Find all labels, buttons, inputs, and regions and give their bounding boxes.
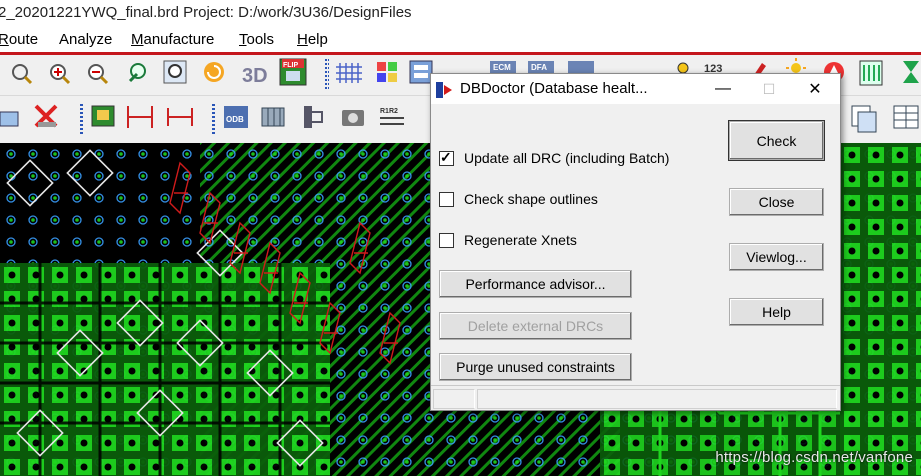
dialog-close-icon-button[interactable]: ✕ [792,74,838,104]
dialog-title: DBDoctor (Database healt... [460,80,648,97]
performance-advisor-button[interactable]: Performance advisor... [439,270,632,298]
checkbox-box[interactable]: ✓ [439,148,454,166]
sheet-icon[interactable] [304,106,323,128]
zoom-out-icon[interactable] [88,64,109,85]
svg-text:DFA: DFA [531,63,547,72]
check-shape-outlines-label: Check shape outlines [464,191,598,207]
update-drc-checkbox[interactable]: ✓ Update all DRC (including Batch) [439,149,669,167]
measure-icon[interactable] [167,108,193,126]
layer-icon[interactable] [409,60,433,84]
copy-icon[interactable] [851,105,877,133]
zoom-fit-icon[interactable] [163,60,187,84]
check-shape-outlines-checkbox[interactable]: Check shape outlines [439,190,598,208]
bar-icon[interactable] [859,60,883,86]
help-button[interactable]: Help [729,298,824,326]
dialog-minimize-button[interactable]: — [700,74,746,104]
menu-help[interactable]: Help [297,28,328,52]
delete-external-drcs-button: Delete external DRCs [439,312,632,340]
purge-unused-constraints-button[interactable]: Purge unused constraints [439,353,632,381]
zoom-icon[interactable] [12,64,33,85]
main-window-title: 2_20201221YWQ_final.brd Project: D:/work… [0,4,412,21]
svg-text:3D: 3D [242,65,268,87]
grid-icon[interactable] [336,63,362,83]
check-mark-icon: ✓ [440,148,452,165]
status-cell-2 [477,389,837,409]
ecm-icon[interactable]: ECM [490,61,516,73]
checkbox-box[interactable] [439,232,454,248]
dbdoctor-dialog: DBDoctor (Database healt... — ☐ ✕ ✓ Upda… [430,73,841,411]
dfa-icon[interactable]: DFA [528,61,554,73]
odb-icon[interactable]: ODB [224,106,248,128]
menu-bar: Route Analyze Manufacture Tools Help [0,28,921,52]
check-button[interactable]: Check [729,121,824,160]
update-drc-label: Update all DRC (including Batch) [464,150,670,166]
hourglass-icon[interactable] [903,61,919,83]
table-icon[interactable] [893,105,919,129]
dfm-icon[interactable] [568,61,594,73]
rename-icon[interactable]: R1R2 [380,108,404,125]
menu-manufacture[interactable]: Manufacture [131,28,214,52]
select-icon[interactable] [0,111,19,127]
flip-icon[interactable]: FLIP [279,58,307,86]
menu-tools[interactable]: Tools [239,28,274,52]
dimension-icon[interactable] [127,106,153,128]
dbdoctor-app-icon [435,81,453,99]
zoom-previous-icon[interactable] [128,63,146,83]
checkbox-box[interactable] [439,191,454,207]
redraw-icon[interactable] [204,62,224,82]
status-cell-1 [433,389,475,409]
close-button[interactable]: Close [729,188,824,216]
dialog-status-bar [431,385,840,410]
delete-icon[interactable] [34,104,58,128]
dialog-titlebar[interactable]: DBDoctor (Database healt... — ☐ ✕ [431,74,840,104]
3d-view-icon[interactable]: 3D [242,65,268,87]
watermark-text: https://blog.csdn.net/vanfone [715,449,913,466]
dialog-maximize-button: ☐ [762,80,776,97]
regenerate-xnets-label: Regenerate Xnets [464,232,577,248]
svg-text:FLIP: FLIP [283,62,298,69]
menu-analyze[interactable]: Analyze [59,28,112,52]
color-icon[interactable] [377,62,397,82]
bulb-icon[interactable] [677,62,689,74]
viewlog-button[interactable]: Viewlog... [729,243,824,271]
svg-text:ODB: ODB [226,115,244,124]
place-icon[interactable] [91,105,115,127]
svg-text:R1R2: R1R2 [380,108,398,115]
zoom-in-icon[interactable] [50,64,71,85]
camera-icon[interactable] [342,110,364,126]
pin-icon[interactable] [261,107,285,127]
main-window-titlebar: 2_20201221YWQ_final.brd Project: D:/work… [0,0,921,28]
menu-route[interactable]: Route [0,28,38,52]
regenerate-xnets-checkbox[interactable]: Regenerate Xnets [439,231,577,249]
svg-text:ECM: ECM [493,63,511,72]
